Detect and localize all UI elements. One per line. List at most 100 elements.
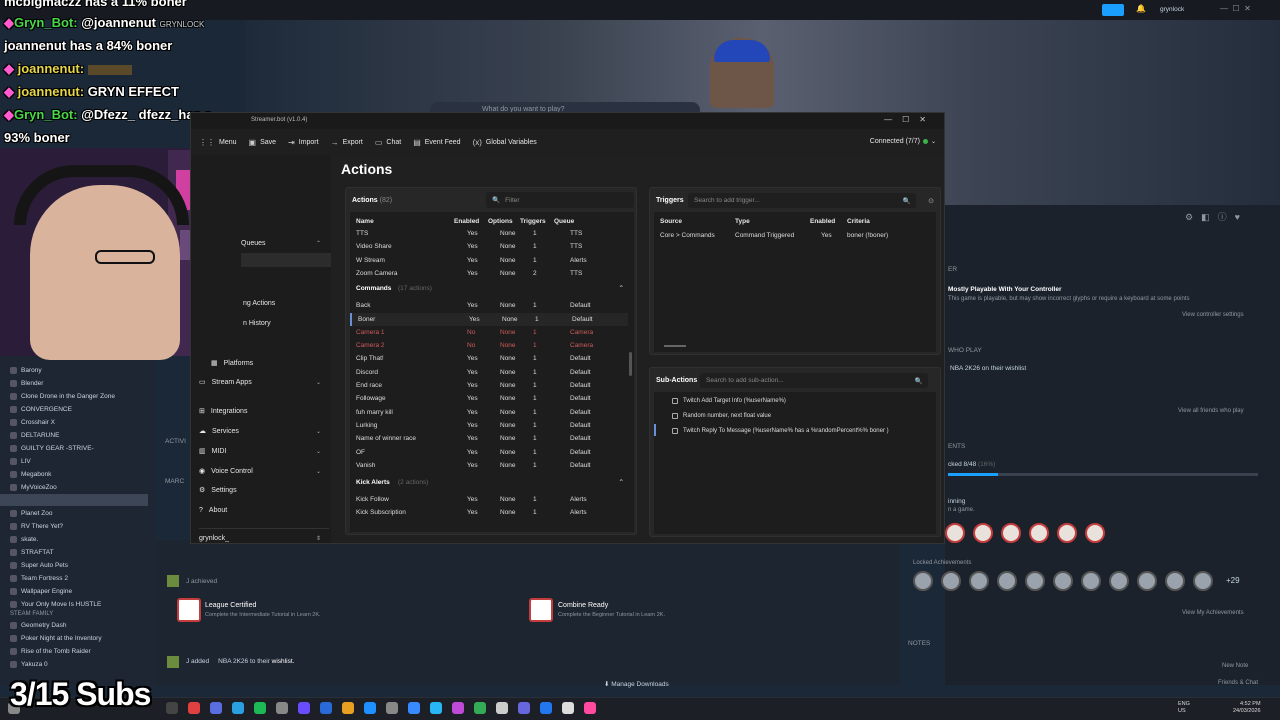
event-feed-button[interactable]: ▤ Event Feed (413, 138, 460, 147)
app-icon[interactable] (166, 702, 178, 714)
steam-user[interactable]: grynlock (1160, 6, 1184, 13)
library-item[interactable]: LIV (10, 455, 150, 468)
sidebar-item-about[interactable]: ? About (199, 500, 329, 520)
app-icon[interactable] (254, 702, 266, 714)
app-icon[interactable] (320, 702, 332, 714)
achievement-icon[interactable] (945, 523, 965, 543)
locked-achievement-icon[interactable] (969, 571, 989, 591)
trigger-search[interactable]: Search to add trigger... 🔍 (688, 193, 916, 208)
subaction-item[interactable]: Twitch Reply To Message (%userName% has … (672, 424, 889, 438)
table-row[interactable]: Camera 2 No None 1 Camera (350, 339, 628, 352)
library-item[interactable]: Rise of the Tomb Raider (10, 645, 150, 658)
library-item[interactable]: RV There Yet? (10, 520, 150, 533)
achievement-icon[interactable] (1001, 523, 1021, 543)
view-achievements-link[interactable]: View My Achievements (1182, 610, 1244, 616)
save-button[interactable]: ▣ Save (249, 138, 277, 147)
table-row[interactable]: Kick Subscription Yes None 1 Alerts (350, 506, 628, 519)
sidebar-item-history[interactable]: n History (243, 313, 329, 333)
table-row[interactable]: Boner Yes None 1 Default (350, 312, 628, 326)
chat-button[interactable]: ▭ Chat (375, 138, 401, 147)
trigger-enabled[interactable]: Yes (821, 232, 832, 239)
col-enabled[interactable]: Enabled (454, 218, 479, 225)
table-row[interactable]: Clip That! Yes None 1 Default (350, 352, 628, 365)
library-item[interactable]: STRAFTAT (10, 546, 150, 559)
achievement-icon[interactable] (973, 523, 993, 543)
library-item[interactable]: Team Fortress 2 (10, 572, 150, 585)
col-type[interactable]: Type (735, 218, 750, 225)
chevron-up-icon[interactable]: ⌃ (619, 478, 624, 486)
language-indicator[interactable]: ENG US (1178, 701, 1190, 715)
locked-achievement-icon[interactable] (1025, 571, 1045, 591)
col-options[interactable]: Options (488, 218, 513, 225)
app-icon[interactable] (518, 702, 530, 714)
sidebar-item-selected[interactable] (241, 253, 331, 267)
window-controls[interactable]: —☐✕ (884, 115, 936, 124)
sidebar-item-settings[interactable]: ⚙ Settings (199, 480, 329, 500)
bell-icon[interactable]: 🔔 (1136, 4, 1146, 13)
connection-status[interactable]: Connected (7/7) ⌄ (870, 138, 936, 145)
library-item[interactable]: skate. (10, 533, 150, 546)
menu-button[interactable]: ⋮⋮ Menu (199, 138, 237, 147)
table-row[interactable]: Back Yes None 1 Default (350, 299, 628, 312)
achievement-icon[interactable] (1029, 523, 1049, 543)
col-criteria[interactable]: Criteria (847, 218, 870, 225)
avatar[interactable] (167, 575, 179, 587)
checkbox[interactable] (672, 398, 678, 404)
sidebar-item-services[interactable]: ☁ Services ⌄ (199, 421, 329, 441)
app-icon[interactable] (562, 702, 574, 714)
col-triggers[interactable]: Triggers (520, 218, 546, 225)
settings-icon[interactable]: ⊙ (928, 197, 934, 205)
col-name[interactable]: Name (356, 218, 374, 225)
app-icon[interactable] (474, 702, 486, 714)
notification-button[interactable] (1102, 4, 1124, 16)
achievement-icon[interactable] (1057, 523, 1077, 543)
app-icon[interactable] (298, 702, 310, 714)
subaction-item[interactable]: Twitch Add Target Info (%userName%) (672, 394, 786, 408)
locked-achievement-icon[interactable] (1137, 571, 1157, 591)
col-source[interactable]: Source (660, 218, 682, 225)
locked-achievement-icon[interactable] (913, 571, 933, 591)
checkbox[interactable] (672, 413, 678, 419)
app-icon[interactable] (276, 702, 288, 714)
filter-input[interactable]: 🔍 Filter (486, 192, 634, 208)
app-icon[interactable] (496, 702, 508, 714)
library-item[interactable]: GUILTY GEAR -STRIVE- (10, 442, 150, 455)
scrollbar[interactable] (664, 345, 686, 347)
library-item[interactable]: Crosshair X (10, 416, 150, 429)
sidebar-item-integrations[interactable]: ⊞ Integrations (199, 401, 329, 421)
sidebar-item-midi[interactable]: ▥ MIDI ⌄ (199, 441, 329, 461)
global-variables-button[interactable]: (x) Global Variables (473, 138, 537, 147)
app-icon[interactable] (430, 702, 442, 714)
table-row[interactable]: Camera 1 No None 1 Camera (350, 326, 628, 339)
view-friends-link[interactable]: View all friends who play (1178, 408, 1244, 414)
table-row[interactable]: End race Yes None 1 Default (350, 379, 628, 392)
library-item[interactable]: Megabonk (10, 468, 150, 481)
app-icon[interactable] (408, 702, 420, 714)
library-item[interactable]: Barony (10, 364, 150, 377)
col-queue[interactable]: Queue (554, 218, 574, 225)
locked-achievement-icon[interactable] (941, 571, 961, 591)
table-row[interactable]: Vanish Yes None 1 Default (350, 459, 628, 472)
app-icon[interactable] (386, 702, 398, 714)
table-row[interactable]: Discord Yes None 1 Default (350, 366, 628, 379)
window-controls[interactable]: — ☐ ✕ (1220, 4, 1251, 13)
app-icon[interactable] (232, 702, 244, 714)
scrollbar[interactable] (629, 352, 632, 376)
import-button[interactable]: ⇥ Import (288, 138, 319, 147)
controller-settings-link[interactable]: View controller settings (1182, 312, 1244, 318)
library-item[interactable]: Poker Night at the Inventory (10, 632, 150, 645)
app-icon[interactable] (540, 702, 552, 714)
library-item[interactable]: Blender (10, 377, 150, 390)
table-row[interactable]: Name of winner race Yes None 1 Default (350, 432, 628, 445)
sidebar-item-queues[interactable]: Queues ⌃ (241, 233, 329, 253)
table-row[interactable]: fuh marry kill Yes None 1 Default (350, 406, 628, 419)
locked-achievement-icon[interactable] (1193, 571, 1213, 591)
locked-achievement-icon[interactable] (1165, 571, 1185, 591)
table-row[interactable]: Lurking Yes None 1 Default (350, 419, 628, 432)
group-header[interactable]: Kick Alerts (2 actions) ⌃ (350, 476, 628, 490)
new-note-button[interactable]: New Note (1222, 663, 1248, 669)
trigger-source[interactable]: Core > Commands (660, 232, 715, 239)
trigger-criteria[interactable]: boner (!boner) (847, 232, 888, 239)
locked-achievement-icon[interactable] (1109, 571, 1129, 591)
table-row[interactable]: Video Share Yes None 1 TTS (350, 240, 628, 253)
